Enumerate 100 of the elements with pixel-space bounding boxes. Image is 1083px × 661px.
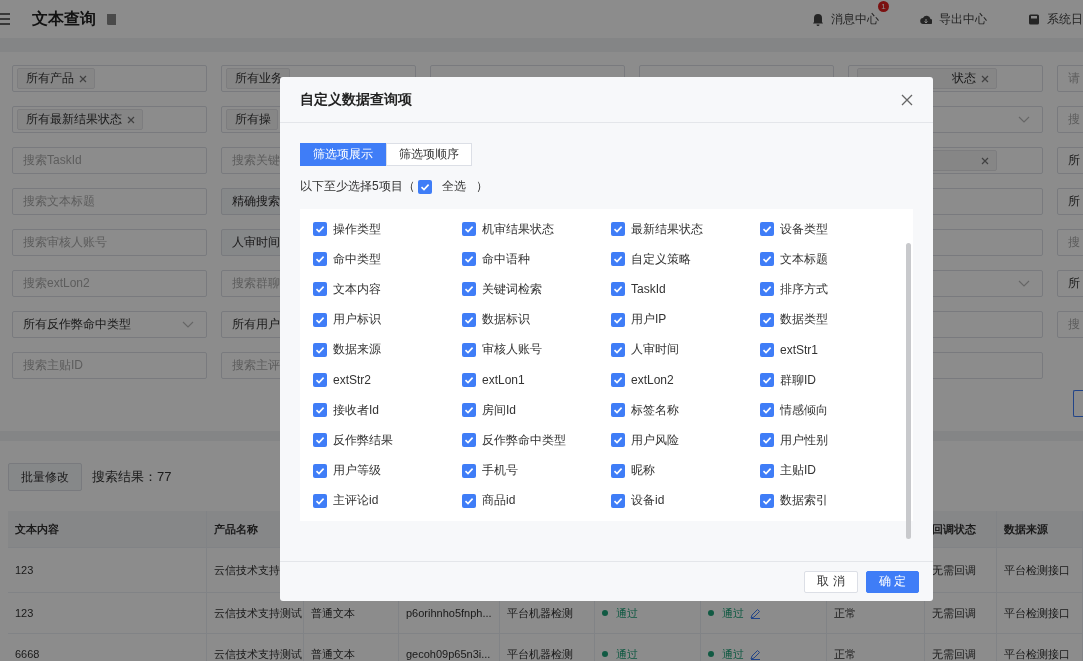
checkbox-checked[interactable] bbox=[313, 252, 327, 267]
checkbox-label[interactable]: 设备类型 bbox=[780, 220, 828, 238]
checkbox-checked[interactable] bbox=[462, 433, 476, 448]
checkbox-checked[interactable] bbox=[760, 433, 774, 448]
checkbox-label[interactable]: 房间Id bbox=[482, 401, 516, 419]
checkbox-checked[interactable] bbox=[760, 342, 774, 357]
checkbox-label[interactable]: 手机号 bbox=[482, 462, 518, 480]
nav-link[interactable]: 系统日 bbox=[1028, 10, 1083, 28]
checkbox-label[interactable]: 数据索引 bbox=[780, 492, 828, 510]
checkbox-checked[interactable] bbox=[760, 312, 774, 327]
nav-link[interactable]: 消息中心 bbox=[812, 10, 879, 28]
filter-tag[interactable]: 所有最新结果状态 bbox=[17, 109, 143, 130]
checkbox-label[interactable]: 自定义策略 bbox=[631, 250, 691, 268]
checkbox-label[interactable]: 关键词检索 bbox=[482, 280, 542, 298]
checkbox-checked[interactable] bbox=[760, 403, 774, 418]
checkbox-checked[interactable] bbox=[760, 373, 774, 388]
checkbox-label[interactable]: 用户标识 bbox=[333, 311, 381, 329]
checkbox-label[interactable]: extStr1 bbox=[780, 342, 818, 357]
checkbox-checked[interactable] bbox=[313, 342, 327, 357]
checkbox-label[interactable]: 设备id bbox=[631, 492, 665, 510]
filter-tag[interactable]: 所有操 bbox=[226, 109, 278, 130]
checkbox-label[interactable]: 机审结果状态 bbox=[482, 220, 554, 238]
checkbox-checked[interactable] bbox=[462, 222, 476, 237]
confirm-button[interactable]: 确 定 bbox=[865, 570, 919, 593]
checkbox-label[interactable]: 最新结果状态 bbox=[631, 220, 703, 238]
checkbox-label[interactable]: 群聊ID bbox=[780, 371, 816, 389]
checkbox-label[interactable]: 用户等级 bbox=[333, 462, 381, 480]
filter-field[interactable]: 所 bbox=[1057, 188, 1083, 215]
checkbox-label[interactable]: 用户性别 bbox=[780, 431, 828, 449]
checkbox-label[interactable]: extLon1 bbox=[482, 373, 525, 388]
checkbox-checked[interactable] bbox=[611, 463, 625, 478]
checkbox-label[interactable]: 人审时间 bbox=[631, 341, 679, 359]
cancel-button[interactable]: 取 消 bbox=[804, 570, 858, 593]
checkbox-checked[interactable] bbox=[313, 433, 327, 448]
tab[interactable]: 筛选项顺序 bbox=[386, 143, 472, 166]
checkbox-checked[interactable] bbox=[313, 373, 327, 388]
nav-link[interactable]: 导出中心 bbox=[920, 10, 987, 28]
tab[interactable]: 筛选项展示 bbox=[300, 143, 386, 166]
checkbox-checked[interactable] bbox=[760, 493, 774, 508]
checkbox-label[interactable]: 用户IP bbox=[631, 311, 667, 329]
checkbox-checked[interactable] bbox=[760, 282, 774, 297]
checkbox-label[interactable]: 昵称 bbox=[631, 462, 655, 480]
batch-edit-button[interactable]: 批量修改 bbox=[8, 463, 82, 491]
checkbox-checked[interactable] bbox=[462, 493, 476, 508]
filter-field[interactable]: 所有产品 bbox=[12, 65, 207, 92]
checkbox-label[interactable]: 文本标题 bbox=[780, 250, 828, 268]
checkbox-checked[interactable] bbox=[313, 493, 327, 508]
checkbox-checked[interactable] bbox=[462, 403, 476, 418]
filter-tag[interactable]: 所有产品 bbox=[17, 68, 95, 89]
checkbox-checked[interactable] bbox=[760, 252, 774, 267]
checkbox-label[interactable]: extStr2 bbox=[333, 373, 371, 388]
filter-field[interactable]: 所有反作弊命中类型 bbox=[12, 311, 207, 338]
checkbox-label[interactable]: 情感倾向 bbox=[780, 401, 828, 419]
filter-tag[interactable]: 所有业务 bbox=[226, 68, 290, 89]
checkbox-label[interactable]: 主贴ID bbox=[780, 462, 816, 480]
checkbox-label[interactable]: 用户风险 bbox=[631, 431, 679, 449]
checkbox-checked[interactable] bbox=[760, 463, 774, 478]
checkbox-checked[interactable] bbox=[462, 282, 476, 297]
checkbox-checked[interactable] bbox=[462, 312, 476, 327]
checkbox-label[interactable]: 数据来源 bbox=[333, 341, 381, 359]
filter-field[interactable]: 所 bbox=[1057, 147, 1083, 174]
checkbox-checked[interactable] bbox=[611, 493, 625, 508]
checkbox-checked[interactable] bbox=[313, 282, 327, 297]
checkbox-label[interactable]: 文本内容 bbox=[333, 280, 381, 298]
checkbox-label[interactable]: 全选 bbox=[441, 178, 466, 195]
checkbox-checked[interactable] bbox=[313, 222, 327, 237]
checkbox-checked[interactable] bbox=[313, 403, 327, 418]
checkbox-checked[interactable] bbox=[611, 282, 625, 297]
checkbox-checked[interactable] bbox=[611, 252, 625, 267]
checkbox-checked[interactable] bbox=[417, 179, 432, 194]
checkbox-label[interactable]: 数据标识 bbox=[482, 311, 530, 329]
checkbox-label[interactable]: 反作弊命中类型 bbox=[482, 431, 566, 449]
filter-field[interactable]: 所 bbox=[1057, 270, 1083, 297]
checkbox-checked[interactable] bbox=[462, 342, 476, 357]
checkbox-label[interactable]: 主评论id bbox=[333, 492, 379, 510]
checkbox-checked[interactable] bbox=[313, 463, 327, 478]
checkbox-checked[interactable] bbox=[611, 342, 625, 357]
checkbox-checked[interactable] bbox=[611, 403, 625, 418]
filter-button[interactable] bbox=[1073, 390, 1083, 417]
checkbox-label[interactable]: 反作弊结果 bbox=[333, 431, 393, 449]
checkbox-checked[interactable] bbox=[611, 433, 625, 448]
checkbox-label[interactable]: 排序方式 bbox=[780, 280, 828, 298]
checkbox-label[interactable]: 接收者Id bbox=[333, 401, 379, 419]
checkbox-label[interactable]: 标签名称 bbox=[631, 401, 679, 419]
checkbox-checked[interactable] bbox=[462, 252, 476, 267]
checkbox-label[interactable]: 命中类型 bbox=[333, 250, 381, 268]
checkbox-checked[interactable] bbox=[611, 312, 625, 327]
scrollbar[interactable] bbox=[906, 243, 911, 539]
checkbox-label[interactable]: 操作类型 bbox=[333, 220, 381, 238]
checkbox-label[interactable]: TaskId bbox=[631, 282, 666, 297]
checkbox-label[interactable]: 商品id bbox=[482, 492, 516, 510]
checkbox-checked[interactable] bbox=[611, 222, 625, 237]
checkbox-label[interactable]: 审核人账号 bbox=[482, 341, 542, 359]
checkbox-label[interactable]: 命中语种 bbox=[482, 250, 530, 268]
checkbox-label[interactable]: extLon2 bbox=[631, 373, 674, 388]
checkbox-checked[interactable] bbox=[611, 373, 625, 388]
checkbox-checked[interactable] bbox=[462, 463, 476, 478]
checkbox-checked[interactable] bbox=[313, 312, 327, 327]
checkbox-checked[interactable] bbox=[760, 222, 774, 237]
checkbox-checked[interactable] bbox=[462, 373, 476, 388]
